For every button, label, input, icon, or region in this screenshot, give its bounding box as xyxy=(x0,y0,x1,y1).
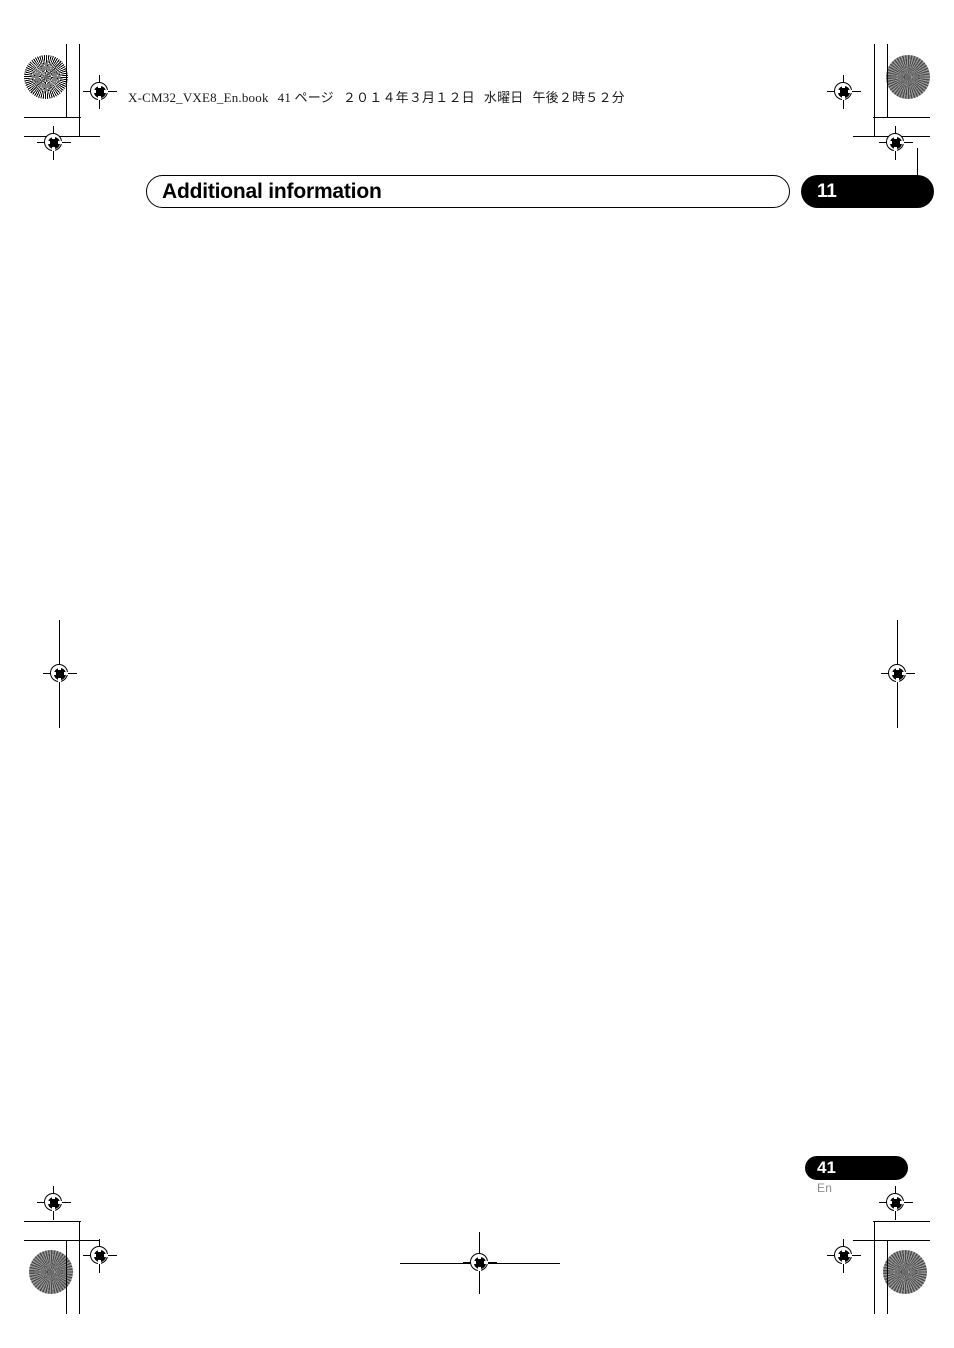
crop-mark-bottom-right-outer-horizontal xyxy=(873,1221,930,1222)
crop-mark-top-left-outer-horizontal xyxy=(24,117,81,118)
chapter-title-band: Additional information xyxy=(146,175,790,208)
page-number: 41 xyxy=(817,1158,836,1177)
crop-mark-bottom-left-outer-vertical xyxy=(66,1240,67,1314)
crop-mark-top-left-outer-vertical xyxy=(66,44,67,118)
registration-target-left-lower xyxy=(37,1186,71,1220)
chapter-number: 11 xyxy=(817,181,837,202)
registration-target-right-lower xyxy=(879,1186,913,1220)
crop-mark-top-right-outer-vertical xyxy=(887,44,888,118)
imposition-header: X-CM32_VXE8_En.book 41 ページ ２０１４年３月１２日 水曜日 午後… xyxy=(128,87,625,106)
imposition-weekday: 水曜日 xyxy=(483,90,524,105)
language-code: En xyxy=(817,1181,833,1195)
crop-mark-top-right-inner-vertical xyxy=(874,44,875,136)
registration-target-top-left xyxy=(83,75,117,109)
page-body xyxy=(146,225,934,1125)
registration-target-right-upper xyxy=(879,126,913,160)
dot-gain-star-patch-top-right xyxy=(886,55,930,99)
crop-mark-bottom-right-outer-vertical xyxy=(887,1240,888,1314)
registration-target-bottom-right xyxy=(827,1239,861,1273)
page-title: Additional information xyxy=(162,180,382,203)
crop-mark-top-left-inner-vertical xyxy=(79,44,80,136)
registration-target-left-upper xyxy=(37,126,71,160)
chapter-number-badge: 11 xyxy=(801,175,934,208)
dot-gain-star-patch-bottom-right xyxy=(883,1250,927,1294)
registration-target-left-middle xyxy=(43,657,77,691)
imposition-filename: X-CM32_VXE8_En.book xyxy=(128,90,269,105)
crop-mark-bottom-left-outer-horizontal xyxy=(24,1221,81,1222)
trim-line-chapter-badge-tick xyxy=(917,148,918,176)
manual-page: X-CM32_VXE8_En.book 41 ページ ２０１４年３月１２日 水曜日 午後… xyxy=(0,0,954,1348)
registration-target-bottom-center xyxy=(463,1246,497,1280)
registration-target-bottom-left xyxy=(83,1239,117,1273)
imposition-date: ２０１４年３月１２日 xyxy=(342,90,475,105)
crop-mark-bottom-left-inner-vertical xyxy=(79,1221,80,1314)
imposition-page-label: 41 ページ xyxy=(277,90,334,105)
registration-target-top-right xyxy=(827,75,861,109)
dot-gain-star-patch-top-left xyxy=(24,55,68,99)
crop-mark-bottom-right-inner-vertical xyxy=(874,1221,875,1314)
crop-mark-top-right-outer-horizontal xyxy=(873,117,930,118)
crop-mark-bottom-right-inner-horizontal xyxy=(853,1240,930,1241)
imposition-time: 午後２時５２分 xyxy=(532,90,625,105)
page-number-badge: 41 xyxy=(805,1156,908,1180)
